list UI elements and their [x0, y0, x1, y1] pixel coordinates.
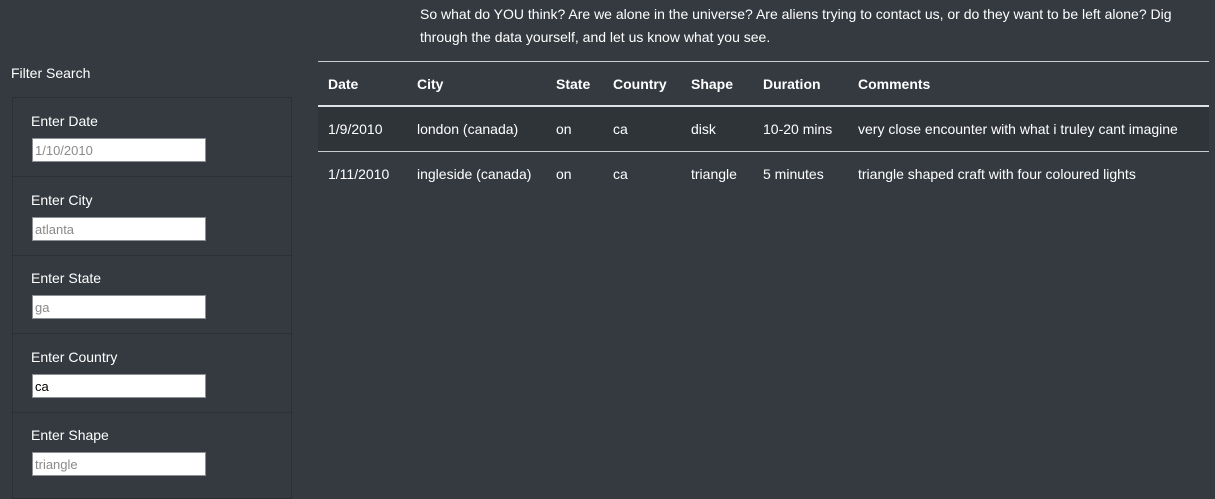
filter-item-state: Enter State	[13, 255, 291, 334]
cell-duration: 5 minutes	[763, 166, 824, 182]
column-header-shape: Shape	[691, 75, 734, 92]
column-header-comments: Comments	[858, 75, 931, 92]
filter-label-country: Enter Country	[31, 349, 118, 365]
country-input[interactable]	[32, 374, 206, 398]
shape-input[interactable]	[32, 452, 206, 476]
cell-shape: disk	[691, 121, 716, 137]
filter-label-shape: Enter Shape	[31, 427, 109, 443]
cell-city: ingleside (canada)	[417, 166, 532, 182]
column-header-date: Date	[328, 75, 359, 92]
column-header-state: State	[556, 75, 591, 92]
table-row: 1/11/2010 ingleside (canada) on ca trian…	[318, 152, 1209, 197]
cell-country: ca	[613, 121, 628, 137]
filter-item-date: Enter Date	[13, 98, 291, 177]
filter-item-shape: Enter Shape	[13, 412, 291, 490]
intro-text: So what do YOU think? Are we alone in th…	[420, 6, 1172, 45]
cell-state: on	[556, 166, 572, 182]
cell-duration: 10-20 mins	[763, 121, 833, 137]
cell-country: ca	[613, 166, 628, 182]
ufo-table: Date City State Country Shape Duration C…	[318, 61, 1209, 196]
filter-item-city: Enter City	[13, 177, 291, 256]
column-header-country: Country	[613, 75, 667, 92]
state-input[interactable]	[32, 295, 206, 319]
column-header-city: City	[417, 75, 444, 92]
column-header-duration: Duration	[763, 75, 821, 92]
city-input[interactable]	[32, 217, 206, 241]
table-header-row: Date City State Country Shape Duration C…	[318, 61, 1209, 106]
cell-state: on	[556, 121, 572, 137]
cell-city: london (canada)	[417, 121, 519, 137]
cell-comments: very close encounter with what i truley …	[858, 121, 1178, 137]
filter-label-city: Enter City	[31, 192, 93, 208]
cell-date: 1/9/2010	[328, 121, 383, 137]
table-row: 1/9/2010 london (canada) on ca disk 10-2…	[318, 106, 1209, 152]
filter-search-heading: Filter Search	[11, 65, 91, 81]
filter-panel: Enter Date Enter City Enter State Enter …	[12, 97, 292, 499]
filter-item-country: Enter Country	[13, 334, 291, 413]
date-input[interactable]	[32, 138, 206, 162]
ufo-table-container: Date City State Country Shape Duration C…	[318, 61, 1209, 196]
filter-label-date: Enter Date	[31, 113, 98, 129]
cell-date: 1/11/2010	[328, 166, 390, 182]
cell-comments: triangle shaped craft with four coloured…	[858, 166, 1136, 182]
cell-shape: triangle	[691, 166, 737, 182]
filter-label-state: Enter State	[31, 270, 102, 286]
